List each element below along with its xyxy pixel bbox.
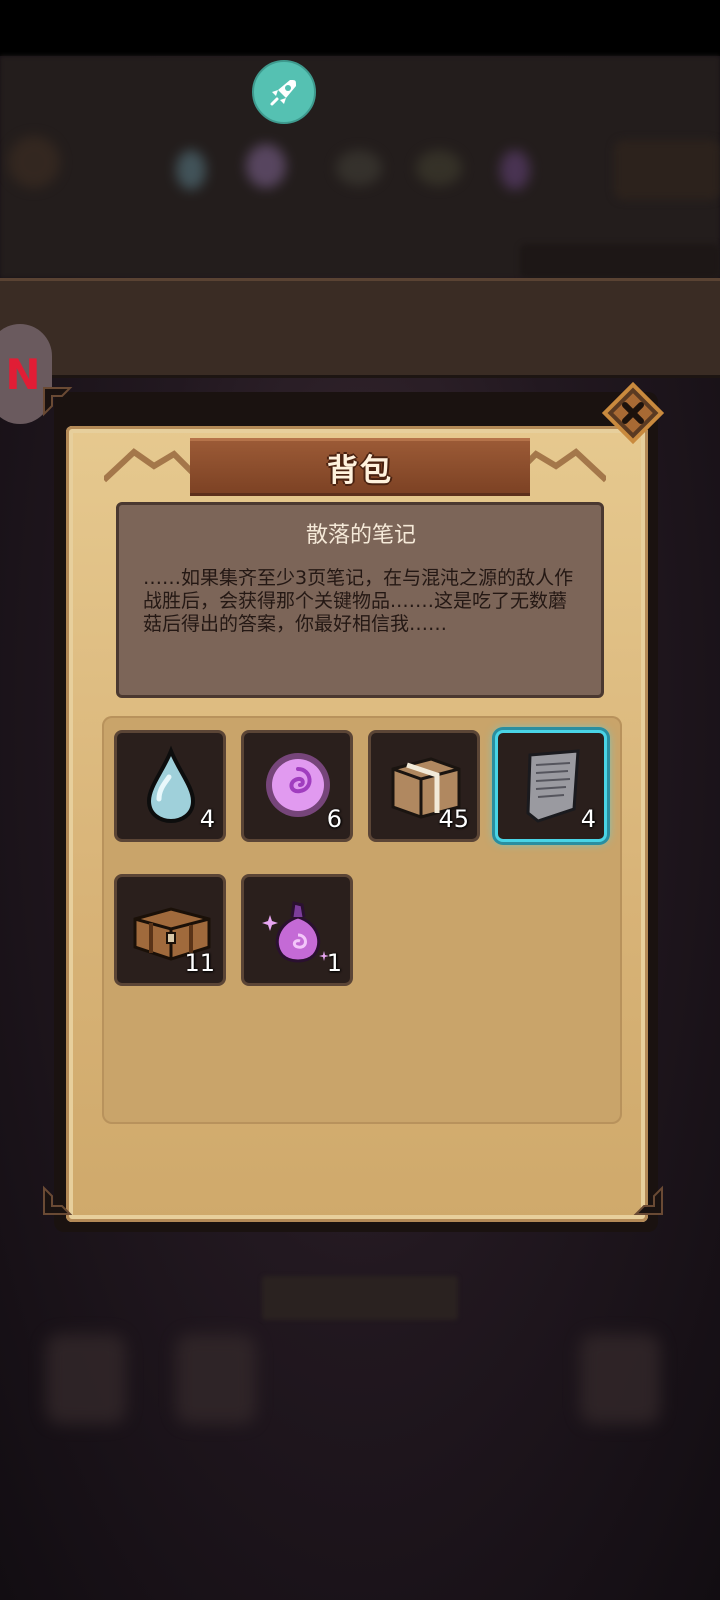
game-screen: N 背包 散落的笔记 ……如果集齐至少3页笔记，在与混沌之源的敌人作战胜后，会获…: [0, 0, 720, 1600]
status-bar: [0, 0, 720, 56]
background-pill: [520, 244, 720, 278]
background-band: [0, 278, 720, 378]
panel-title-banner: 背包: [190, 438, 530, 496]
item-count: 6: [326, 805, 342, 833]
inventory-slot[interactable]: 1: [241, 874, 353, 986]
close-x-icon: [601, 381, 665, 445]
item-count: 1: [326, 949, 342, 977]
red-n-badge-icon: N: [5, 349, 41, 399]
background-blur: [246, 144, 286, 188]
item-description: ……如果集齐至少3页笔记，在与混沌之源的敌人作战胜后，会获得那个关键物品.……这…: [143, 567, 574, 635]
background-button: [614, 140, 720, 200]
inventory-slot[interactable]: 11: [114, 874, 226, 986]
background-blur: [580, 1334, 660, 1424]
inventory-slot[interactable]: 4: [114, 730, 226, 842]
inventory-slot[interactable]: 45: [368, 730, 480, 842]
item-count: 11: [184, 949, 215, 977]
background-blur: [336, 150, 382, 186]
item-count: 4: [580, 805, 596, 833]
background-blur: [176, 1334, 256, 1424]
corner-ornament-icon: [43, 387, 73, 417]
rocket-button[interactable]: [252, 60, 316, 124]
inventory-slot-selected[interactable]: 4: [495, 730, 607, 842]
background-blur: [46, 1334, 126, 1424]
item-count: 4: [199, 805, 215, 833]
item-description-box: 散落的笔记 ……如果集齐至少3页笔记，在与混沌之源的敌人作战胜后，会获得那个关键…: [116, 502, 604, 698]
rocket-icon: [270, 80, 296, 106]
background-tag: [262, 1276, 458, 1320]
item-name: 散落的笔记: [305, 523, 416, 548]
panel-title: 背包: [327, 452, 393, 489]
background-blur: [416, 150, 462, 186]
item-count: 45: [438, 805, 469, 833]
corner-ornament-icon: [43, 1185, 73, 1215]
close-button[interactable]: [601, 381, 665, 445]
inventory-slot[interactable]: 6: [241, 730, 353, 842]
title-ornament-icon: [104, 448, 194, 483]
background-blur: [8, 136, 60, 188]
corner-ornament-icon: [633, 1185, 663, 1215]
background-blur: [176, 150, 206, 190]
background-blur: [500, 150, 530, 190]
